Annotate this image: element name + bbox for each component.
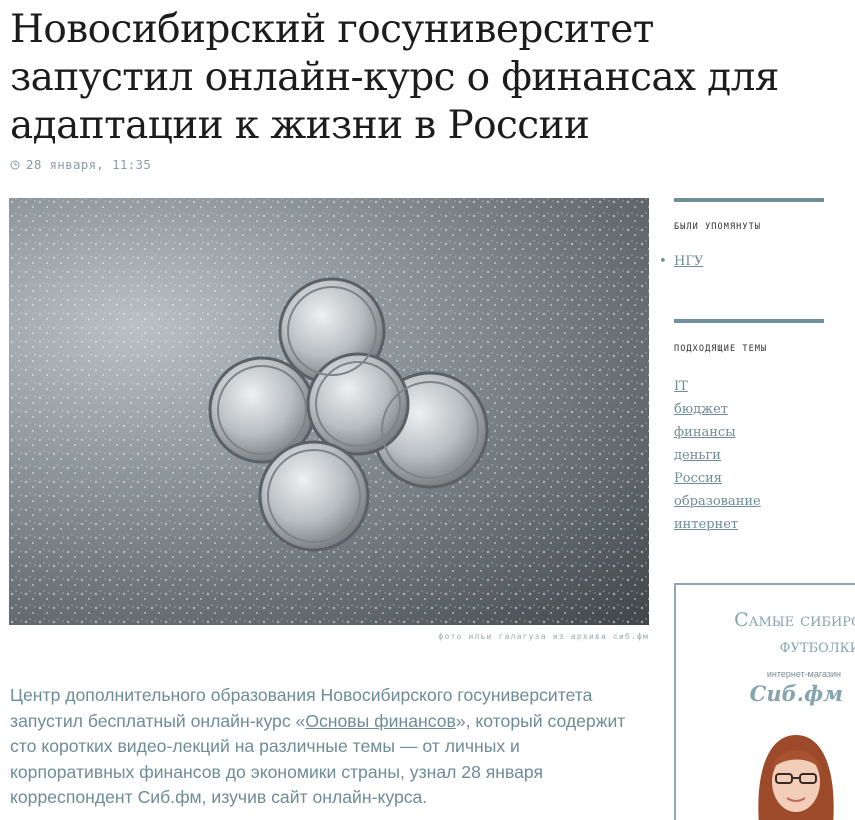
photo-caption: фото ильи галагуза из архива сиб.фм (438, 632, 649, 641)
coin-bottom (258, 440, 370, 552)
topic-item: Россия (674, 467, 761, 490)
topic-link-internet[interactable]: интернет (674, 517, 738, 532)
topic-link-finance[interactable]: финансы (674, 425, 736, 440)
mentioned-item: НГУ (674, 254, 703, 269)
ad-brand-logo: Сиб.фм (749, 681, 843, 706)
clock-icon (10, 158, 20, 173)
topic-item: образование (674, 490, 761, 513)
sidebar-divider-mentioned (674, 198, 824, 202)
topic-item: интернет (674, 513, 761, 536)
article-lead: Центр дополнительного образования Новоси… (10, 683, 630, 811)
ad-subtitle: интернет-магазин (766, 669, 841, 679)
coin-center (306, 352, 410, 456)
topic-item: финансы (674, 421, 761, 444)
topics-heading: подходящие темы (674, 344, 768, 354)
topic-link-it[interactable]: IT (674, 379, 688, 394)
ad-title: Самые сибирс футболки (686, 607, 855, 659)
topic-item: бюджет (674, 398, 761, 421)
sidebar-divider-topics (674, 319, 824, 323)
ad-title-line1: Самые сибирс (734, 609, 855, 631)
course-link[interactable]: Основы финансов (305, 711, 456, 731)
topic-item: IT (674, 375, 761, 398)
article-photo[interactable] (9, 198, 649, 625)
ad-model-photo (741, 730, 851, 820)
mentioned-link-ngu[interactable]: НГУ (674, 254, 703, 269)
ad-title-line2: футболки (779, 635, 855, 657)
topic-link-budget[interactable]: бюджет (674, 402, 728, 417)
topic-item: деньги (674, 444, 761, 467)
topic-link-education[interactable]: образование (674, 494, 761, 509)
article-title: Новосибирский госуниверситет запустил он… (10, 7, 779, 148)
mentioned-heading: были упомянуты (674, 222, 762, 232)
mentioned-list: НГУ (674, 254, 703, 269)
shop-ad-banner[interactable]: Самые сибирс футболки интернет-магазин С… (674, 583, 855, 820)
topic-link-money[interactable]: деньги (674, 448, 721, 463)
topics-list: IT бюджет финансы деньги Россия образова… (674, 375, 761, 536)
article-date: 28 января, 11:35 (26, 157, 152, 172)
article-meta: 28 января, 11:35 (10, 157, 151, 173)
sidebar: были упомянуты НГУ подходящие темы IT бю… (674, 198, 824, 532)
topic-link-russia[interactable]: Россия (674, 471, 722, 486)
